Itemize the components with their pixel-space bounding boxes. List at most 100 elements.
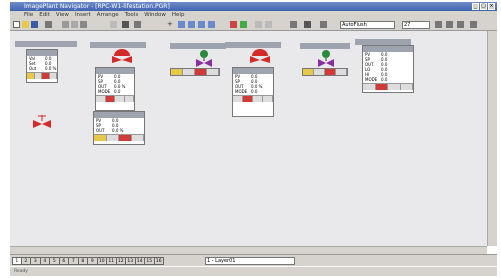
sheet-tab-5[interactable]: 5 [50,257,60,265]
close-button[interactable]: × [488,3,495,10]
draw-icon[interactable] [230,21,237,28]
control-valve-icon[interactable] [248,47,272,63]
sheet-tab-6[interactable]: 6 [59,257,69,265]
group-icon[interactable] [304,21,311,28]
status-cell[interactable] [94,135,107,141]
layer-select[interactable]: 1 - Layer01 [205,257,295,265]
zoom-window-icon[interactable] [208,21,215,28]
status-cell[interactable] [233,96,243,102]
sheet-tab-16[interactable]: 16 [154,257,164,265]
zoom-out-icon[interactable] [188,21,195,28]
bold-icon[interactable] [435,21,442,28]
status-cell[interactable] [105,96,115,102]
faceplate-panel[interactable]: PV 0.0 SP 0.0 OUT 0.0 LO 0.0 HI 0.0 MODE 0.0 [362,45,414,93]
status-cell[interactable] [263,96,273,102]
sheet-tab-10[interactable]: 10 [97,257,107,265]
save-icon[interactable] [31,21,38,28]
sheet-tab-7[interactable]: 7 [69,257,79,265]
status-cell[interactable] [195,69,207,75]
status-cell[interactable] [388,84,401,90]
copy-icon[interactable] [71,21,78,28]
faceplate-panel[interactable]: PV 0.0 SP 0.0 OUT 0.0 % MODE 0.0 [232,67,274,117]
status-cell[interactable] [325,69,336,75]
sheet-tab-8[interactable]: 8 [78,257,88,265]
new-icon[interactable] [13,21,20,28]
drawing-canvas[interactable]: Val 0.0 Set 0.0 Out 0.0 % PV 0.0 SP 0.0 OUT 0.… [10,31,487,246]
shape-icon[interactable] [255,21,262,28]
sheet-tab-13[interactable]: 13 [126,257,136,265]
status-cell[interactable] [314,69,325,75]
italic-icon[interactable] [446,21,453,28]
menu-window[interactable]: Window [144,11,166,19]
sheet-tab-2[interactable]: 2 [21,257,31,265]
sheet-tab-12[interactable]: 12 [116,257,126,265]
menu-file[interactable]: File [24,11,33,19]
status-cell[interactable] [106,135,119,141]
status-cell[interactable] [336,69,347,75]
sheet-tab-1[interactable]: 1 [12,257,22,265]
layer-icon[interactable] [320,21,327,28]
sheet-tab-14[interactable]: 14 [135,257,145,265]
control-valve-icon[interactable] [110,47,134,63]
status-cell[interactable] [303,69,314,75]
status-cell[interactable] [96,96,106,102]
maximize-button[interactable]: □ [480,3,487,10]
status-cell[interactable] [131,135,144,141]
sheet-tab-15[interactable]: 15 [145,257,155,265]
menu-view[interactable]: View [56,11,69,19]
cut-icon[interactable] [62,21,69,28]
status-cell[interactable] [115,96,125,102]
faceplate-panel[interactable]: Val 0.0 Set 0.0 Out 0.0 % [26,49,58,83]
text-icon[interactable] [265,21,272,28]
open-icon[interactable] [22,21,29,28]
sheet-tab-11[interactable]: 11 [107,257,117,265]
valve-status-strip[interactable] [302,68,348,76]
menu-help[interactable]: Help [172,11,185,19]
vertical-scrollbar[interactable] [487,31,497,246]
menu-insert[interactable]: Insert [75,11,91,19]
zoom-select[interactable]: AutoFlush [340,21,395,29]
sheet-tab-4[interactable]: 4 [40,257,50,265]
zoom-in-icon[interactable] [178,21,185,28]
solenoid-valve-icon[interactable] [316,49,336,67]
gate-valve-icon[interactable] [32,115,52,129]
menu-tools[interactable]: Tools [125,11,139,19]
help-icon[interactable] [470,21,477,28]
run-icon[interactable] [45,21,52,28]
menu-arrange[interactable]: Arrange [97,11,119,19]
status-cell[interactable] [124,96,134,102]
status-cell[interactable] [119,135,132,141]
value-field[interactable]: 27 [402,21,430,29]
menu-edit[interactable]: Edit [39,11,50,19]
status-cell[interactable] [400,84,413,90]
status-cell[interactable] [42,73,50,79]
valve-status-strip[interactable] [170,68,220,76]
faceplate-panel[interactable]: PV 0.0 SP 0.0 OUT 0.0 % MODE 0.0 [95,67,135,111]
print-icon[interactable] [122,21,129,28]
status-cell[interactable] [171,69,183,75]
status-cell[interactable] [34,73,42,79]
status-cell[interactable] [49,73,57,79]
grid-icon[interactable] [134,21,141,28]
status-cell[interactable] [363,84,376,90]
solenoid-valve-icon[interactable] [194,49,214,67]
paste-icon[interactable] [80,21,87,28]
sheet-tab-3[interactable]: 3 [31,257,41,265]
status-cell[interactable] [27,73,35,79]
status-cell[interactable] [183,69,195,75]
align-icon[interactable] [290,21,297,28]
pointer-icon[interactable]: + [167,21,174,28]
faceplate-panel[interactable]: PV 0.0 SP 0.0 OUT 0.0 % [93,111,145,145]
status-cell[interactable] [375,84,388,90]
color-icon[interactable] [457,21,464,28]
status-cell[interactable] [207,69,219,75]
zoom-fit-icon[interactable] [198,21,205,28]
sheet-tab-bar: 1 2 3 4 5 6 7 8 9 10 11 12 13 14 15 16 1 - Layer01 [10,254,497,266]
horizontal-scrollbar[interactable] [10,246,487,254]
status-cell[interactable] [243,96,253,102]
minimize-button[interactable]: _ [472,3,479,10]
undo-icon[interactable] [110,21,117,28]
sheet-tab-9[interactable]: 9 [88,257,98,265]
status-cell[interactable] [253,96,263,102]
line-icon[interactable] [240,21,247,28]
